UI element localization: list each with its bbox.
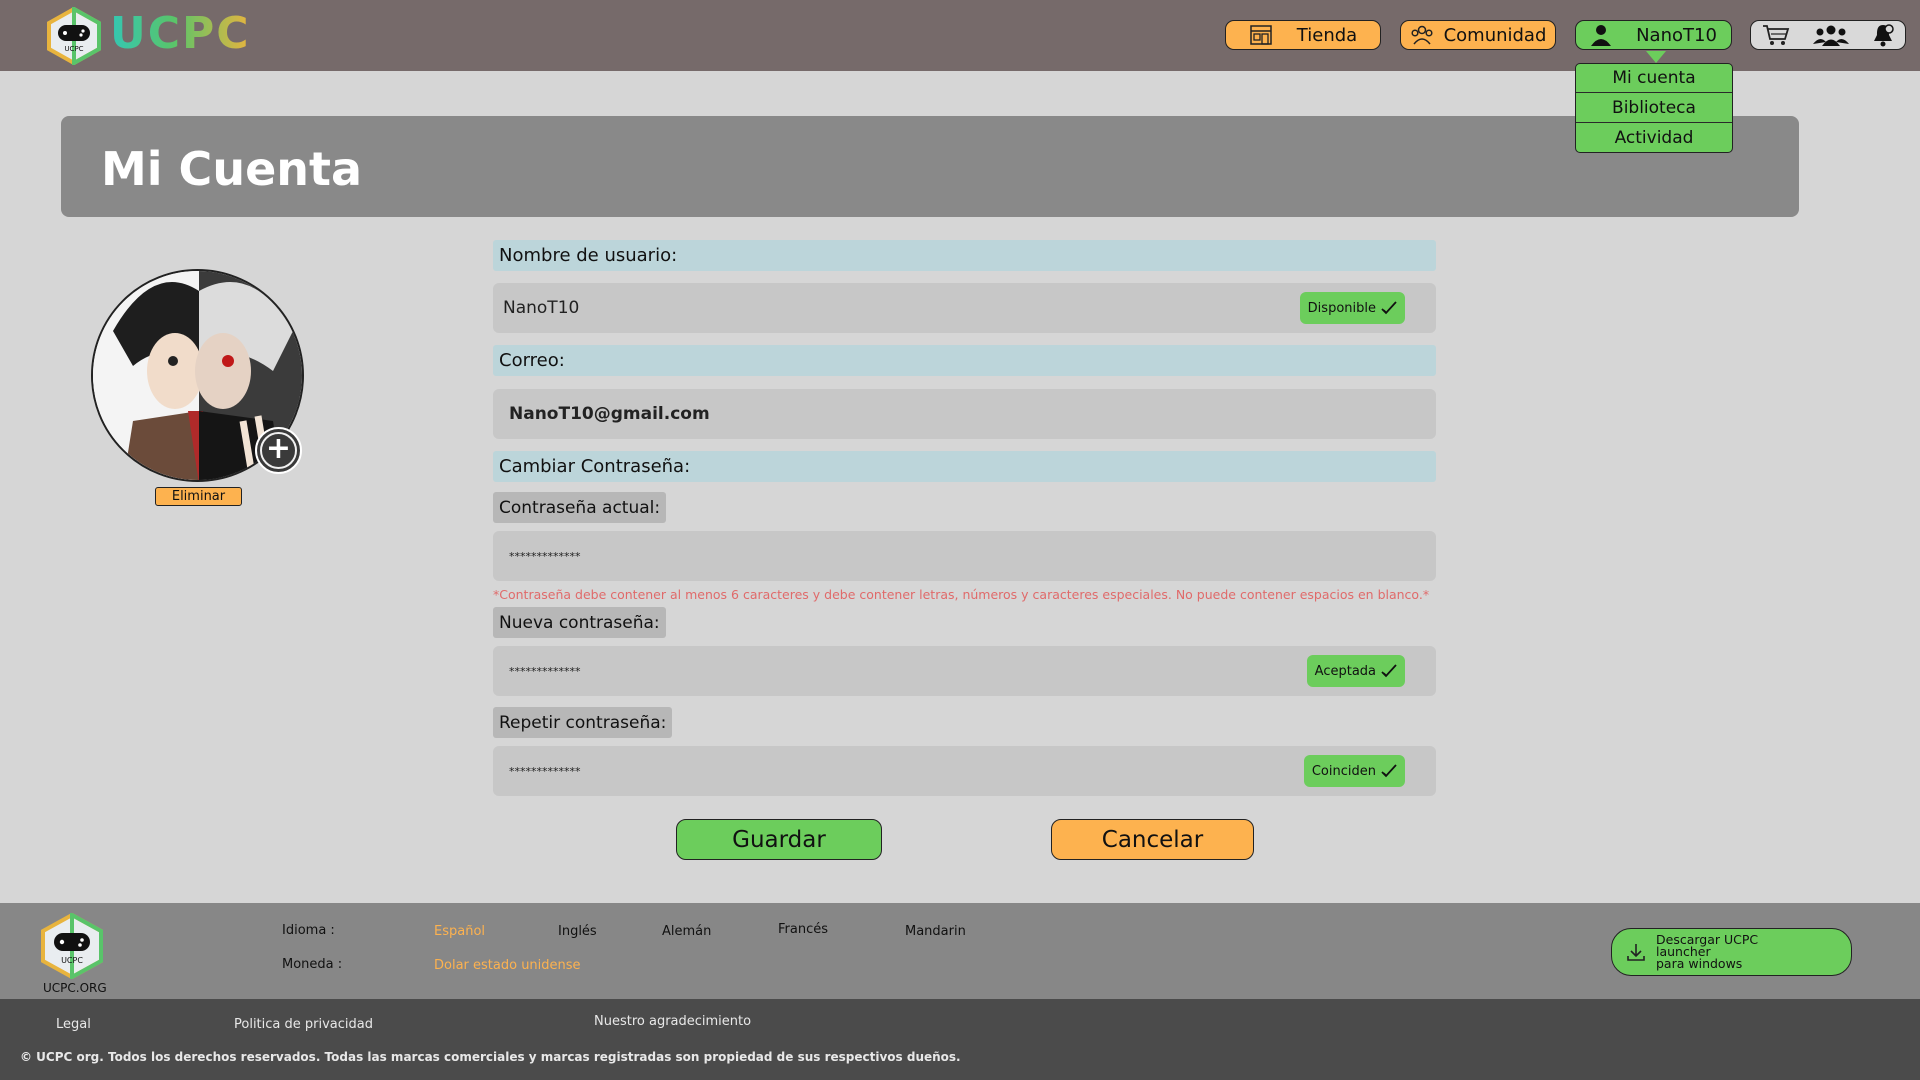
store-icon: [1250, 25, 1272, 45]
download-line-3: para windows: [1656, 956, 1743, 971]
current-password-label: Contraseña actual:: [493, 492, 667, 523]
svg-text:UCPC: UCPC: [61, 956, 83, 965]
new-password-field-container: Aceptada: [493, 646, 1436, 696]
download-launcher-button[interactable]: Descargar UCPC launcher para windows: [1611, 928, 1852, 976]
language-label: Idioma :: [282, 923, 335, 938]
privacy-policy-link[interactable]: Politica de privacidad: [234, 1017, 373, 1032]
footer-org-label: UCPC.ORG: [43, 981, 107, 995]
copyright-text: © UCPC org. Todos los derechos reservado…: [20, 1050, 961, 1064]
current-password-field-container: [493, 531, 1436, 581]
repeat-password-field-container: Coinciden: [493, 746, 1436, 796]
svg-text:UCPC: UCPC: [64, 45, 83, 53]
dropdown-caret: [1646, 51, 1666, 63]
repeat-password-status-badge: Coinciden: [1303, 755, 1405, 787]
add-avatar-button[interactable]: +: [255, 427, 302, 474]
currency-option[interactable]: Dolar estado unidense: [434, 958, 581, 973]
new-password-input[interactable]: [503, 664, 1203, 678]
email-section-label: Correo:: [493, 345, 1436, 376]
repeat-password-input[interactable]: [503, 764, 1203, 778]
acknowledgements-link[interactable]: Nuestro agradecimiento: [594, 1014, 751, 1029]
friends-icon[interactable]: [1812, 24, 1849, 46]
download-icon: [1627, 944, 1645, 961]
change-password-section-label: Cambiar Contraseña:: [493, 451, 1436, 482]
language-option-spanish[interactable]: Español: [434, 924, 485, 939]
menu-item-my-account[interactable]: Mi cuenta: [1576, 64, 1732, 92]
cart-icon[interactable]: [1762, 23, 1790, 47]
ucpc-logo-icon[interactable]: UCPC: [46, 7, 102, 65]
email-input[interactable]: [503, 404, 1203, 424]
check-icon: [1381, 664, 1397, 678]
cancel-button[interactable]: Cancelar: [1051, 819, 1254, 860]
password-requirements-hint: *Contraseña debe contener al menos 6 car…: [493, 587, 1430, 602]
download-text: Descargar UCPC launcher para windows: [1656, 933, 1758, 971]
email-field-container: [493, 389, 1436, 439]
page-title-banner: Mi Cuenta: [61, 116, 1799, 217]
menu-item-library[interactable]: Biblioteca: [1576, 92, 1732, 122]
menu-item-activity[interactable]: Actividad: [1576, 122, 1732, 152]
username-field-container: Disponible: [493, 283, 1436, 333]
notifications-icon[interactable]: [1872, 23, 1894, 47]
brand-name[interactable]: UCPC: [110, 8, 251, 59]
bottom-bar: Legal Politica de privacidad Nuestro agr…: [0, 999, 1920, 1080]
repeat-password-status-label: Coinciden: [1311, 763, 1376, 779]
plus-icon: +: [260, 432, 297, 469]
save-button[interactable]: Guardar: [676, 819, 882, 860]
language-option-english[interactable]: Inglés: [558, 924, 597, 939]
check-icon: [1381, 764, 1397, 778]
delete-avatar-button[interactable]: Eliminar: [155, 487, 242, 506]
new-password-label: Nueva contraseña:: [493, 607, 666, 638]
new-password-status-label: Aceptada: [1314, 663, 1376, 679]
check-icon: [1381, 301, 1397, 315]
quick-icons-group: [1750, 20, 1906, 50]
store-button[interactable]: Tienda: [1225, 20, 1381, 50]
user-name-label: NanoT10: [1636, 24, 1717, 46]
language-option-mandarin[interactable]: Mandarin: [905, 924, 966, 939]
language-option-french[interactable]: Francés: [778, 922, 828, 937]
new-password-status-badge: Aceptada: [1306, 655, 1405, 687]
community-label: Comunidad: [1443, 24, 1547, 46]
currency-label: Moneda :: [282, 957, 343, 972]
username-input[interactable]: [503, 298, 1203, 318]
community-button[interactable]: Comunidad: [1400, 20, 1556, 50]
user-menu-button[interactable]: NanoT10: [1575, 20, 1732, 50]
page-title: Mi Cuenta: [101, 142, 363, 196]
legal-link[interactable]: Legal: [56, 1017, 91, 1032]
current-password-input[interactable]: [503, 549, 1203, 563]
user-icon: [1591, 25, 1612, 46]
username-status-badge: Disponible: [1299, 292, 1405, 324]
repeat-password-label: Repetir contraseña:: [493, 707, 673, 738]
ucpc-logo-icon[interactable]: UCPC: [40, 913, 104, 979]
user-dropdown-menu: Mi cuenta Biblioteca Actividad: [1575, 63, 1733, 153]
community-icon: [1411, 25, 1433, 45]
username-section-label: Nombre de usuario:: [493, 240, 1436, 271]
store-label: Tienda: [1296, 24, 1358, 46]
footer: UCPC UCPC.ORG Idioma : Español Inglés Al…: [0, 903, 1920, 999]
username-status-label: Disponible: [1307, 300, 1376, 316]
top-bar: UCPC UCPC Tienda Comunidad NanoT10: [0, 0, 1920, 71]
language-option-german[interactable]: Alemán: [662, 924, 711, 939]
